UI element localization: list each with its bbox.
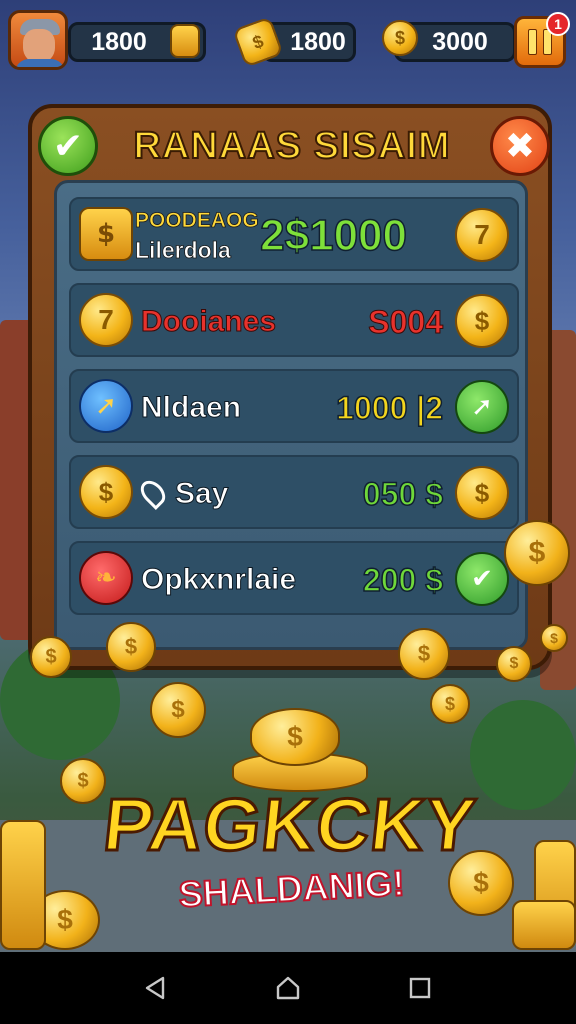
coin-icon: $ (455, 294, 509, 348)
coin-stack-icon: $ (382, 20, 418, 56)
avatar-shirt (15, 59, 65, 67)
nav-home-button[interactable] (268, 968, 308, 1008)
player-avatar[interactable] (8, 10, 68, 70)
coin-decoration: $ (150, 682, 206, 738)
panel-title: RANAAS SISAIM (132, 124, 451, 168)
background-tree-right (470, 700, 576, 810)
reward-row-value: S004 (368, 303, 444, 340)
panel-list: $ POODEAOG Lilerdola 2$1000 7 7 Dooianes… (54, 180, 528, 650)
coins-value: 3000 (432, 27, 488, 56)
reward-row-label-bottom: Lilerdola (135, 237, 232, 264)
sword-badge-icon: ➚ (455, 380, 509, 434)
gems-value: 1800 (91, 27, 147, 56)
reward-row[interactable]: ➚ Nldaen 1000 |2 ➚ (69, 369, 519, 443)
money-bag-icon: $ (79, 207, 133, 261)
coin-pile-top: $ (250, 708, 340, 766)
check-icon: ✔ (52, 125, 84, 167)
reward-row[interactable]: $ POODEAOG Lilerdola 2$1000 7 (69, 197, 519, 271)
reward-row[interactable]: ❧ Opkxnrlaie 200 $ ✔ (69, 541, 519, 615)
home-icon (276, 976, 300, 1000)
pause-icon-bar-left (528, 29, 537, 55)
system-navigation-bar (0, 952, 576, 1024)
sword-icon: ➚ (79, 379, 133, 433)
feather-icon: ❧ (79, 551, 133, 605)
coin-decoration: $ (30, 636, 72, 678)
recents-square-icon (409, 977, 431, 999)
reward-row-label: Dooianes (140, 305, 277, 339)
close-icon: ✖ (504, 125, 536, 167)
reward-row-label-top: POODEAOG (135, 209, 259, 233)
rewards-panel: ✔ RANAAS SISAIM ✖ $ POODEAOG Lilerdola 2… (28, 104, 552, 670)
back-button[interactable]: ✔ (38, 116, 98, 176)
promo-headline: PAGKCKY (98, 782, 481, 868)
coin-decoration: $ (496, 646, 532, 682)
coin-icon: 7 (455, 208, 509, 262)
reward-row-label: Say (174, 477, 229, 511)
reward-row-value: 200 $ (362, 561, 444, 599)
coin-stack-left (0, 820, 46, 950)
coin-decoration: $ (60, 758, 106, 804)
check-badge-icon: ✔ (455, 552, 509, 606)
coin-decoration: $ (106, 622, 156, 672)
reward-row-value: 050 $ (362, 475, 444, 513)
coin-icon: 7 (79, 293, 133, 347)
coin-icon: $ (455, 466, 509, 520)
notification-badge: 1 (546, 12, 570, 36)
coin-icon: $ (79, 465, 133, 519)
map-pin-icon (136, 476, 170, 510)
gold-value: 1800 (290, 27, 346, 56)
reward-row-label: Opkxnrlaie (140, 563, 297, 597)
nav-back-button[interactable] (136, 968, 176, 1008)
reward-row-label: Nldaen (140, 391, 242, 425)
coin-decoration: $ (540, 624, 568, 652)
gem-bag-icon (170, 24, 200, 58)
reward-row-value: 2$1000 (259, 210, 407, 261)
coin-decoration: $ (504, 520, 570, 586)
avatar-face (23, 29, 55, 63)
coin-stack-bottom-right (512, 900, 576, 950)
close-button[interactable]: ✖ (490, 116, 550, 176)
coin-decoration: $ (430, 684, 470, 724)
nav-recents-button[interactable] (400, 968, 440, 1008)
coin-decoration: $ (398, 628, 450, 680)
reward-row-value: 1000 |2 (335, 389, 443, 427)
back-triangle-icon (145, 976, 165, 1000)
reward-row[interactable]: $ Say 050 $ $ (69, 455, 519, 529)
reward-row[interactable]: 7 Dooianes S004 $ (69, 283, 519, 357)
top-resource-bar: 1800 1800 $ 3000 $ 1 (0, 0, 576, 86)
